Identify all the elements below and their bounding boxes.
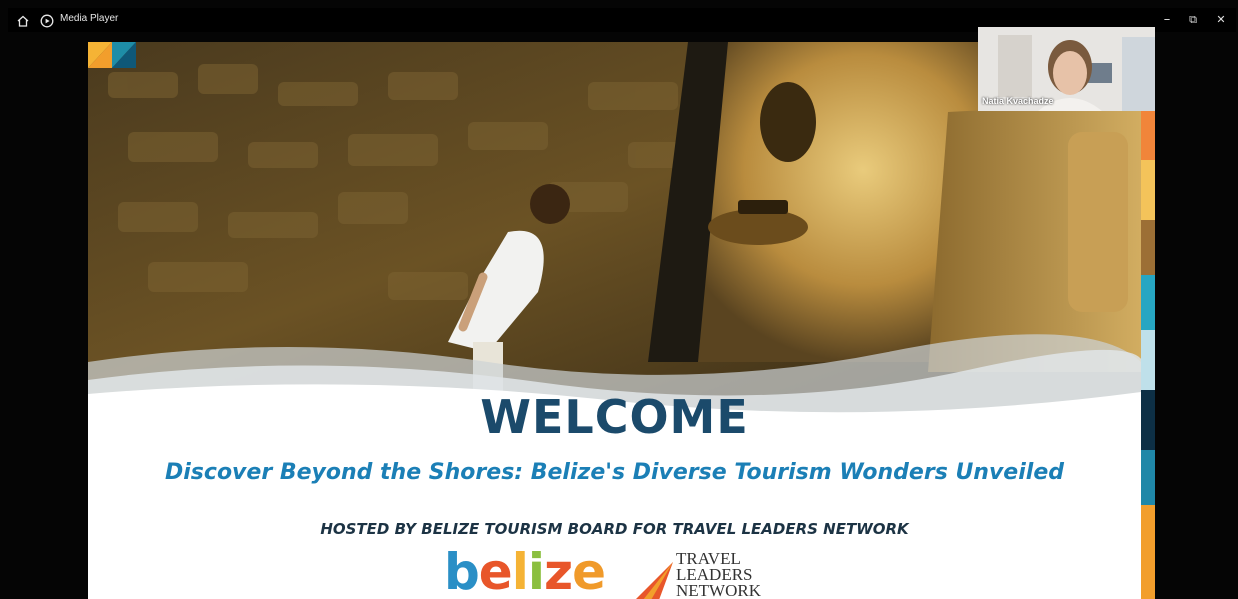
slide-subtitle: Discover Beyond the Shores: Belize's Div… [165,460,1064,485]
presentation-slide: WELCOME Discover Beyond the Shores: Beli… [88,42,1141,599]
media-player-window: Media Player – ⧉ ✕ WELCOME Discover Beyo… [0,0,1238,599]
minimize-button[interactable]: – [1154,10,1180,30]
media-player-icon [40,13,54,28]
slide-color-stripes [1141,100,1155,599]
hosted-by-line: HOSTED BY BELIZE TOURISM BOARD FOR TRAVE… [320,520,909,538]
travel-leaders-logo-text: TRAVEL LEADERS NETWORK [676,549,761,599]
travel-leaders-logo-mark [636,562,673,599]
participant-video-tile[interactable]: Natia Kvachadze [978,27,1155,111]
belize-logo: belize [444,543,606,599]
home-icon[interactable] [16,13,30,27]
restore-button[interactable]: ⧉ [1180,10,1206,30]
participant-name: Natia Kvachadze [982,96,1054,106]
window-title: Media Player [60,13,119,24]
slide-corner-logo [88,42,136,68]
close-button[interactable]: ✕ [1208,10,1234,30]
welcome-heading: WELCOME [480,390,749,444]
